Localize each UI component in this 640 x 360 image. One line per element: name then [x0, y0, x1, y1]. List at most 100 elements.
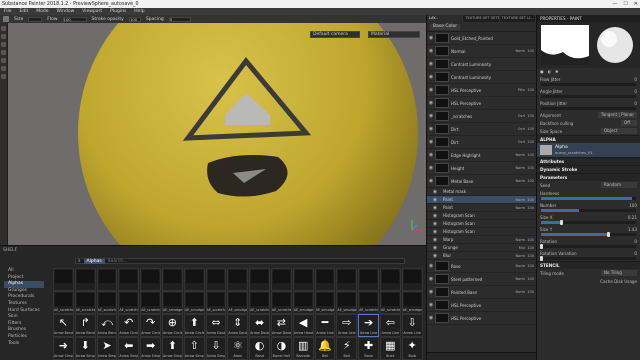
brush-icon[interactable]: ● [540, 69, 544, 74]
tab-layers[interactable]: LAY... [427, 15, 464, 22]
visibility-eye-icon[interactable]: ◉ [427, 189, 443, 195]
layer-opacity[interactable]: 100 [526, 140, 536, 144]
hardness-slider[interactable] [541, 197, 636, 200]
parameter-value[interactable]: 0 [634, 239, 637, 244]
visibility-eye-icon[interactable]: ◉ [427, 302, 435, 308]
layer-row[interactable]: ◉ Height Norm 100 [427, 162, 536, 175]
render-mode-dropdown[interactable]: Material [368, 31, 420, 38]
shelf-thumbnail[interactable]: ◀ Arrow Head [292, 314, 314, 337]
property-slider[interactable] [541, 95, 636, 98]
backface-toggle[interactable]: Off [621, 120, 637, 126]
visibility-eye-icon[interactable]: ◉ [427, 229, 443, 235]
menu-mode[interactable]: Mode [36, 9, 48, 14]
camera-dropdown[interactable]: Default camera [310, 31, 360, 38]
stencil-section-header[interactable]: STENCIL [537, 261, 640, 269]
layer-row[interactable]: ◉ HSL Perceptive [427, 312, 536, 325]
tab-texture-set-list[interactable]: TEXTURE SET LI... [500, 15, 536, 22]
shelf-search-bar[interactable]: ⌕ Alphas Search... [75, 258, 405, 264]
visibility-eye-icon[interactable]: ◉ [427, 152, 435, 158]
layer-blend-mode[interactable]: Norm [506, 277, 526, 281]
shelf-thumbnail[interactable]: AE_scratches [53, 291, 74, 314]
shelf-thumbnail[interactable]: AE_scratches [358, 291, 379, 314]
layer-blend-mode[interactable]: Ovrl [506, 140, 526, 144]
alpha-section-header[interactable]: ALPHA [537, 135, 640, 143]
shelf-thumbnail[interactable]: ⬆ Arrow Circle [183, 314, 205, 337]
tiling-dropdown[interactable]: No Tiling [601, 270, 637, 276]
shelf-thumbnail[interactable]: AE_scratches [379, 291, 401, 314]
shelf-thumbnail[interactable] [270, 268, 292, 291]
shelf-thumbnail[interactable]: AE_scratches [96, 291, 118, 314]
shelf-thumbnail[interactable]: ⊕ Arrow Circle [161, 314, 183, 337]
visibility-eye-icon[interactable]: ◉ [427, 237, 443, 243]
visibility-eye-icon[interactable]: ◉ [427, 126, 435, 132]
attributes-section[interactable]: Attributes [537, 157, 640, 165]
layer-row[interactable]: ◉ Steel patterned Norm 100 [427, 273, 536, 286]
shelf-thumbnail[interactable]: ▦ Brick [379, 337, 401, 360]
parameters-section[interactable]: Parameters [537, 173, 640, 181]
visibility-eye-icon[interactable]: ◉ [427, 213, 443, 219]
layer-row[interactable]: ◉ Edge Highlight Norm 100 [427, 149, 536, 162]
layer-blend-mode[interactable]: Norm [506, 49, 526, 53]
shelf-category[interactable]: Skin [4, 314, 44, 321]
shelf-thumbnail[interactable]: ◑ Barrel Half [270, 337, 292, 360]
shelf-thumbnail[interactable]: ⇦ Arrow Line [379, 314, 401, 337]
shelf-thumbnail[interactable] [249, 268, 270, 291]
layer-opacity[interactable]: 100 [526, 49, 536, 53]
layer-row[interactable]: ◉ HSL Perceptive [427, 299, 536, 312]
layer-blend-mode[interactable]: Norm [506, 153, 526, 157]
shelf-thumbnail[interactable] [140, 268, 161, 291]
menu-help[interactable]: Help [134, 9, 144, 14]
menu-plugins[interactable]: Plugins [110, 9, 126, 14]
flow-field[interactable]: 100 [62, 16, 87, 22]
layer-row[interactable]: ◉ Metal Base Norm 100 [427, 175, 536, 188]
shelf-category[interactable]: All [4, 268, 44, 275]
shelf-category-selected[interactable]: Alphas [4, 281, 44, 288]
shelf-thumbnail[interactable]: ↖ Arrow Bend [53, 314, 74, 337]
layer-blend-mode[interactable]: Norm [506, 264, 526, 268]
visibility-eye-icon[interactable]: ◉ [427, 113, 435, 119]
smudge-tool-icon[interactable] [1, 50, 6, 55]
alpha-slot[interactable]: Alpha dump_scratches_01 [537, 143, 640, 157]
filter-chip[interactable]: Alphas [83, 258, 105, 264]
shelf-thumbnail[interactable] [336, 268, 358, 291]
visibility-eye-icon[interactable]: ◉ [427, 253, 443, 259]
visibility-eye-icon[interactable]: ◉ [427, 315, 435, 321]
layer-opacity[interactable]: 100 [526, 198, 536, 202]
parameter-slider[interactable] [540, 244, 636, 249]
shelf-thumbnail[interactable]: 🔔 Bell [314, 337, 336, 360]
shelf-thumbnail[interactable]: ⬆ Arrow Simpl [161, 337, 183, 360]
visibility-eye-icon[interactable]: ◉ [427, 245, 443, 251]
shelf-thumbnail[interactable]: ⇧ Arrow Simpl [183, 337, 205, 360]
layer-row[interactable]: ◉ Metal mask [427, 188, 536, 196]
shelf-thumbnail[interactable]: AE_scratches [270, 291, 292, 314]
clone-tool-icon[interactable] [1, 58, 6, 63]
shelf-thumbnail[interactable] [314, 268, 336, 291]
menu-file[interactable]: File [4, 9, 12, 14]
shelf-thumbnail[interactable]: ➔ Arrow Line [358, 314, 379, 337]
shelf-thumbnail[interactable]: ⇔ Arrow Double [205, 314, 227, 337]
number-value[interactable]: 100 [629, 203, 637, 208]
layer-blend-mode[interactable]: Mul [506, 246, 526, 250]
settings-icon[interactable]: ✱ [555, 69, 558, 74]
projection-tool-icon[interactable] [1, 42, 6, 47]
shelf-thumbnail[interactable]: ↶ Arrow Circle [118, 314, 140, 337]
channel-dropdown[interactable]: Base Color [430, 23, 461, 30]
shelf-thumbnail[interactable]: ↷ Arrow Circle [140, 314, 161, 337]
shelf-category[interactable]: Procedurals [4, 294, 44, 301]
brush-icon[interactable] [3, 16, 9, 22]
layer-opacity[interactable]: 100 [526, 88, 536, 92]
shelf-thumbnail[interactable] [118, 268, 140, 291]
shelf-category[interactable]: Brushes [4, 327, 44, 334]
visibility-eye-icon[interactable]: ◉ [427, 205, 443, 211]
shelf-thumbnail[interactable]: ⬇ Arrow Simpl [74, 337, 96, 360]
layer-blend-mode[interactable]: Ovrl [506, 127, 526, 131]
visibility-eye-icon[interactable]: ◉ [427, 178, 435, 184]
shelf-thumbnail[interactable] [74, 268, 96, 291]
layer-row[interactable]: ◉ HSL Perceptive Pthr 100 [427, 84, 536, 97]
visibility-eye-icon[interactable]: ◉ [427, 197, 443, 203]
layer-row[interactable]: ◉ Paint Norm 100 [427, 204, 536, 212]
shelf-thumbnail[interactable]: ⇩ Arrow Line [401, 314, 423, 337]
layer-blend-mode[interactable]: Norm [506, 198, 526, 202]
layer-row[interactable]: ◉ Grunge Mul 100 [427, 244, 536, 252]
shelf-thumbnail[interactable]: AE_smudges [401, 291, 423, 314]
